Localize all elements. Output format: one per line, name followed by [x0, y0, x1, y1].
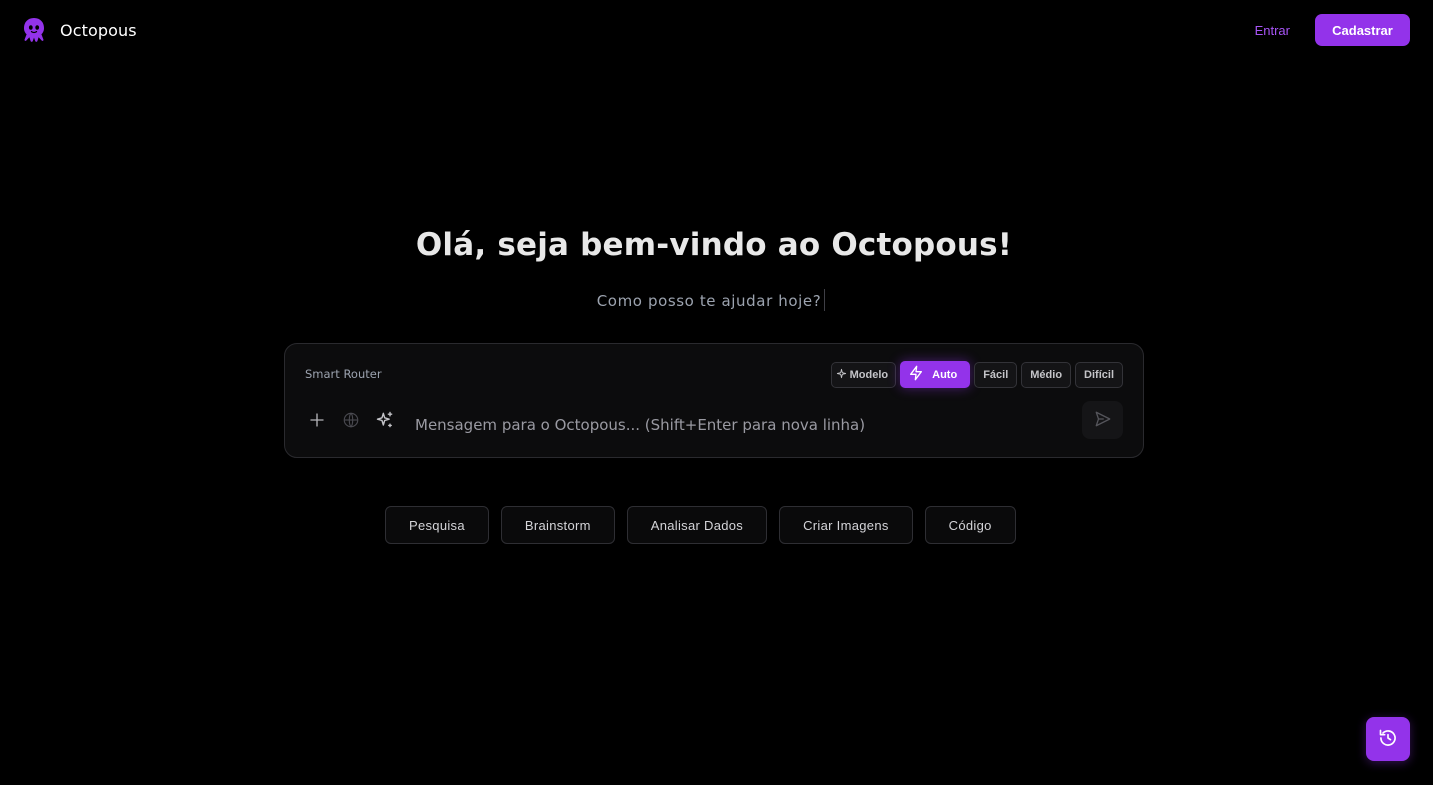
- hard-mode-button[interactable]: Difícil: [1075, 361, 1123, 388]
- globe-icon[interactable]: [341, 410, 361, 430]
- send-icon: [1094, 410, 1112, 431]
- easy-mode-button[interactable]: Fácil: [974, 361, 1018, 388]
- login-button[interactable]: Entrar: [1255, 23, 1290, 38]
- message-input[interactable]: [415, 414, 1055, 436]
- sparkles-icon[interactable]: [375, 410, 395, 430]
- brand-name: Octopous: [60, 20, 137, 40]
- suggestion-research[interactable]: Pesquisa: [385, 506, 489, 544]
- composer-tools: [307, 410, 395, 430]
- sparkle-icon: [836, 368, 847, 382]
- send-button[interactable]: [1082, 401, 1123, 439]
- medium-mode-button[interactable]: Médio: [1021, 361, 1072, 388]
- header-actions: Entrar Cadastrar: [1255, 14, 1410, 46]
- smart-router-label: Smart Router: [305, 367, 382, 381]
- history-icon: [1378, 728, 1398, 751]
- welcome-subtitle: Como posso te ajudar hoje?: [0, 289, 1422, 311]
- auto-mode-label: Auto: [932, 368, 958, 381]
- lightning-icon: [908, 364, 924, 385]
- history-button[interactable]: [1366, 717, 1410, 761]
- routing-mode-selector: Modelo Auto Fácil Médio Difícil: [830, 361, 1123, 388]
- page: Octopous Entrar Cadastrar Olá, seja bem-…: [0, 0, 1433, 785]
- top-bar: Octopous Entrar Cadastrar: [0, 0, 1433, 60]
- suggestion-analyze-data[interactable]: Analisar Dados: [626, 506, 768, 544]
- welcome-title: Olá, seja bem-vindo ao Octopous!: [415, 227, 1013, 263]
- plus-icon[interactable]: [307, 410, 327, 430]
- suggestion-create-images[interactable]: Criar Imagens: [779, 506, 913, 544]
- model-mode-label: Modelo: [849, 368, 889, 381]
- typing-caret: [824, 289, 826, 311]
- octopus-logo-icon: [22, 17, 46, 43]
- message-composer: Smart Router Modelo Auto Fácil Médio Dif…: [284, 343, 1144, 458]
- brand[interactable]: Octopous: [22, 17, 137, 43]
- suggestion-brainstorm[interactable]: Brainstorm: [500, 506, 615, 544]
- model-mode-button[interactable]: Modelo: [830, 361, 897, 388]
- welcome-subtitle-text: Como posso te ajudar hoje?: [596, 292, 822, 310]
- auto-mode-button[interactable]: Auto: [900, 361, 971, 388]
- suggestion-code[interactable]: Código: [924, 506, 1016, 544]
- suggestion-chips: Pesquisa Brainstorm Analisar Dados Criar…: [385, 506, 1016, 544]
- signup-button[interactable]: Cadastrar: [1315, 14, 1410, 46]
